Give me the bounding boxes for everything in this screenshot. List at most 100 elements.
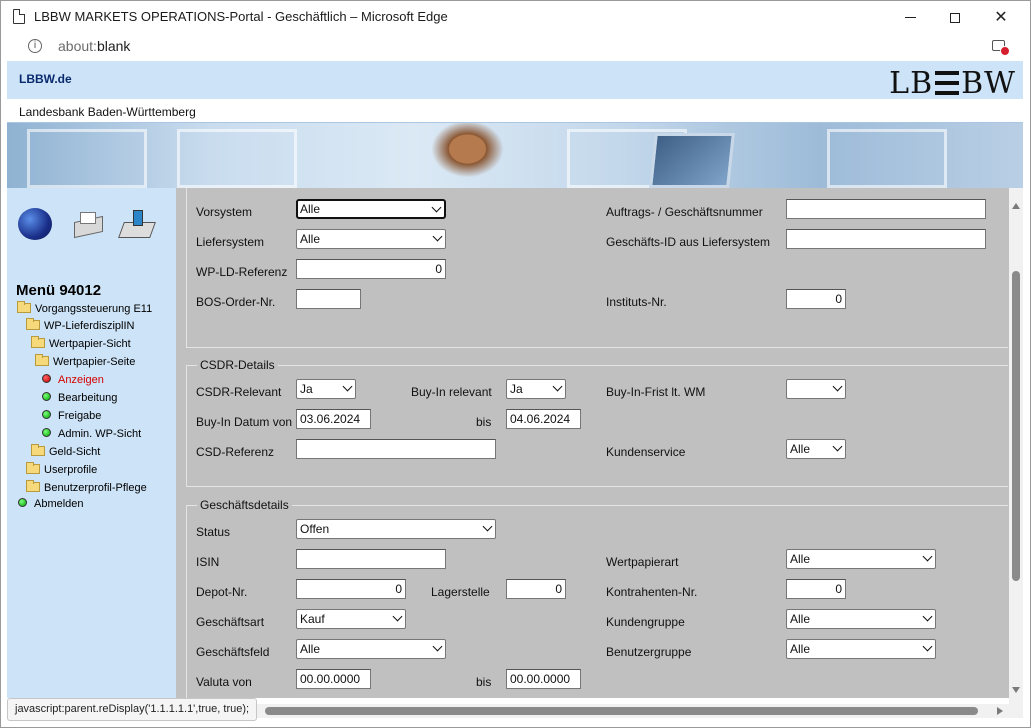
bos-order-nr-input[interactable] bbox=[296, 289, 361, 309]
auftrags-nr-label: Auftrags- / Geschäftsnummer bbox=[606, 205, 763, 219]
csd-referenz-input[interactable] bbox=[296, 439, 496, 459]
valuta-von-input[interactable]: 00.00.0000 bbox=[296, 669, 371, 689]
tree-item-admin-wp-sicht[interactable]: Admin. WP-Sicht bbox=[42, 427, 141, 441]
folder-icon bbox=[26, 462, 40, 474]
buy-in-datum-bis-label: bis bbox=[476, 415, 492, 429]
geschaeftsart-select[interactable]: Kauf bbox=[296, 609, 406, 629]
page-icon bbox=[13, 9, 25, 24]
tree-item-wertpapier-seite[interactable]: Wertpapier-Seite bbox=[35, 354, 135, 369]
csdr-details-legend: CSDR-Details bbox=[197, 358, 278, 372]
wp-ld-referenz-label: WP-LD-Referenz bbox=[196, 265, 288, 279]
instituts-nr-label: Instituts-Nr. bbox=[606, 295, 667, 309]
lagerstelle-label: Lagerstelle bbox=[431, 585, 490, 599]
tree-item-bearbeitung[interactable]: Bearbeitung bbox=[42, 391, 117, 405]
chevron-down-icon bbox=[432, 641, 443, 652]
lbbw-logo: LB BW bbox=[889, 66, 1016, 101]
green-dot-icon bbox=[42, 410, 51, 419]
chevron-down-icon bbox=[922, 611, 933, 622]
csdr-relevant-label: CSDR-Relevant bbox=[196, 385, 282, 399]
tree-item-vorgangssteuerung[interactable]: Vorgangssteuerung E11 bbox=[17, 301, 152, 316]
geschaefts-id-input[interactable] bbox=[786, 229, 986, 249]
csd-referenz-label: CSD-Referenz bbox=[196, 445, 275, 459]
info-icon[interactable]: i bbox=[28, 39, 42, 53]
liefersystem-select[interactable]: Alle bbox=[296, 229, 446, 249]
vorsystem-label: Vorsystem bbox=[196, 205, 253, 219]
instituts-nr-input[interactable]: 0 bbox=[786, 289, 846, 309]
isin-input[interactable] bbox=[296, 549, 446, 569]
scrollbar-corner bbox=[1009, 698, 1023, 718]
bos-order-nr-label: BOS-Order-Nr. bbox=[196, 295, 276, 309]
tree-item-userprofile[interactable]: Userprofile bbox=[26, 462, 97, 477]
geschaeftsdetails-legend: Geschäftsdetails bbox=[197, 498, 292, 512]
isin-label: ISIN bbox=[196, 555, 220, 569]
tree-item-abmelden[interactable]: Abmelden bbox=[18, 497, 84, 511]
chevron-down-icon bbox=[552, 381, 563, 392]
chevron-down-icon bbox=[342, 381, 353, 392]
tree-item-wp-lieferdisziplin[interactable]: WP-LieferdisziplIN bbox=[26, 318, 134, 333]
chevron-down-icon bbox=[431, 202, 442, 213]
chevron-down-icon bbox=[832, 381, 843, 392]
menu-title: Menü 94012 bbox=[16, 282, 102, 299]
benutzergruppe-label: Benutzergruppe bbox=[606, 645, 692, 659]
window-title: LBBW MARKETS OPERATIONS-Portal - Geschäf… bbox=[34, 9, 448, 24]
folder-icon bbox=[26, 318, 40, 330]
buy-in-datum-von-input[interactable]: 03.06.2024 bbox=[296, 409, 371, 429]
chevron-down-icon bbox=[392, 611, 403, 622]
kontrahenten-nr-label: Kontrahenten-Nr. bbox=[606, 585, 698, 599]
auftrags-nr-input[interactable] bbox=[786, 199, 986, 219]
valuta-bis-input[interactable]: 00.00.0000 bbox=[506, 669, 581, 689]
geschaeftsart-label: Geschäftsart bbox=[196, 615, 265, 629]
maximize-button[interactable] bbox=[932, 1, 978, 33]
vorsystem-select[interactable]: Alle bbox=[296, 199, 446, 219]
address-bar[interactable]: i about:blank bbox=[0, 32, 1031, 61]
status-select[interactable]: Offen bbox=[296, 519, 496, 539]
depot-nr-input[interactable]: 0 bbox=[296, 579, 406, 599]
globe-icon[interactable] bbox=[18, 208, 52, 240]
vertical-scrollbar[interactable] bbox=[1009, 188, 1023, 698]
tree-item-anzeigen[interactable]: Anzeigen bbox=[42, 373, 104, 387]
kundenservice-select[interactable]: Alle bbox=[786, 439, 846, 459]
scanner-icon[interactable] bbox=[119, 208, 153, 240]
buy-in-relevant-label: Buy-In relevant bbox=[411, 385, 492, 399]
minimize-button[interactable] bbox=[887, 1, 933, 33]
tree-item-wertpapier-sicht[interactable]: Wertpapier-Sicht bbox=[31, 336, 131, 351]
wertpapierart-select[interactable]: Alle bbox=[786, 549, 936, 569]
wp-ld-referenz-input[interactable]: 0 bbox=[296, 259, 446, 279]
buy-in-datum-bis-input[interactable]: 04.06.2024 bbox=[506, 409, 581, 429]
folder-icon bbox=[31, 444, 45, 456]
red-dot-icon bbox=[42, 374, 51, 383]
csdr-relevant-select[interactable]: Ja bbox=[296, 379, 356, 399]
depot-nr-label: Depot-Nr. bbox=[196, 585, 248, 599]
scroll-up-arrow-icon[interactable] bbox=[1012, 203, 1020, 209]
buy-in-relevant-select[interactable]: Ja bbox=[506, 379, 566, 399]
valuta-bis-label: bis bbox=[476, 675, 492, 689]
chevron-down-icon bbox=[832, 441, 843, 452]
green-dot-icon bbox=[42, 428, 51, 437]
folder-icon bbox=[17, 301, 31, 313]
geschaefts-id-label: Geschäfts-ID aus Liefersystem bbox=[606, 235, 771, 249]
lagerstelle-input[interactable]: 0 bbox=[506, 579, 566, 599]
window-frame-right bbox=[1023, 61, 1031, 728]
buy-in-frist-select[interactable] bbox=[786, 379, 846, 399]
window-titlebar: LBBW MARKETS OPERATIONS-Portal - Geschäf… bbox=[0, 0, 1031, 32]
url-text[interactable]: about:blank bbox=[58, 38, 130, 54]
geschaeftsfeld-select[interactable]: Alle bbox=[296, 639, 446, 659]
sidebar: Menü 94012 Vorgangssteuerung E11 WP-Lief… bbox=[7, 188, 176, 698]
vertical-scroll-thumb[interactable] bbox=[1012, 271, 1020, 581]
status-label: Status bbox=[196, 525, 231, 539]
printer-icon[interactable] bbox=[70, 208, 104, 240]
tracking-prevention-icon[interactable] bbox=[992, 40, 1010, 56]
horizontal-scroll-thumb[interactable] bbox=[265, 707, 978, 715]
kontrahenten-nr-input[interactable]: 0 bbox=[786, 579, 846, 599]
benutzergruppe-select[interactable]: Alle bbox=[786, 639, 936, 659]
chevron-down-icon bbox=[922, 641, 933, 652]
tree-item-freigabe[interactable]: Freigabe bbox=[42, 409, 101, 423]
tree-item-geld-sicht[interactable]: Geld-Sicht bbox=[31, 444, 100, 459]
scroll-right-arrow-icon[interactable] bbox=[997, 707, 1003, 715]
lbbw-site-link[interactable]: LBBW.de bbox=[19, 72, 72, 86]
chevron-down-icon bbox=[482, 521, 493, 532]
tree-item-benutzerprofil-pflege[interactable]: Benutzerprofil-Pflege bbox=[26, 480, 147, 495]
kundengruppe-select[interactable]: Alle bbox=[786, 609, 936, 629]
scroll-down-arrow-icon[interactable] bbox=[1012, 687, 1020, 693]
close-button[interactable]: ✕ bbox=[978, 1, 1024, 33]
